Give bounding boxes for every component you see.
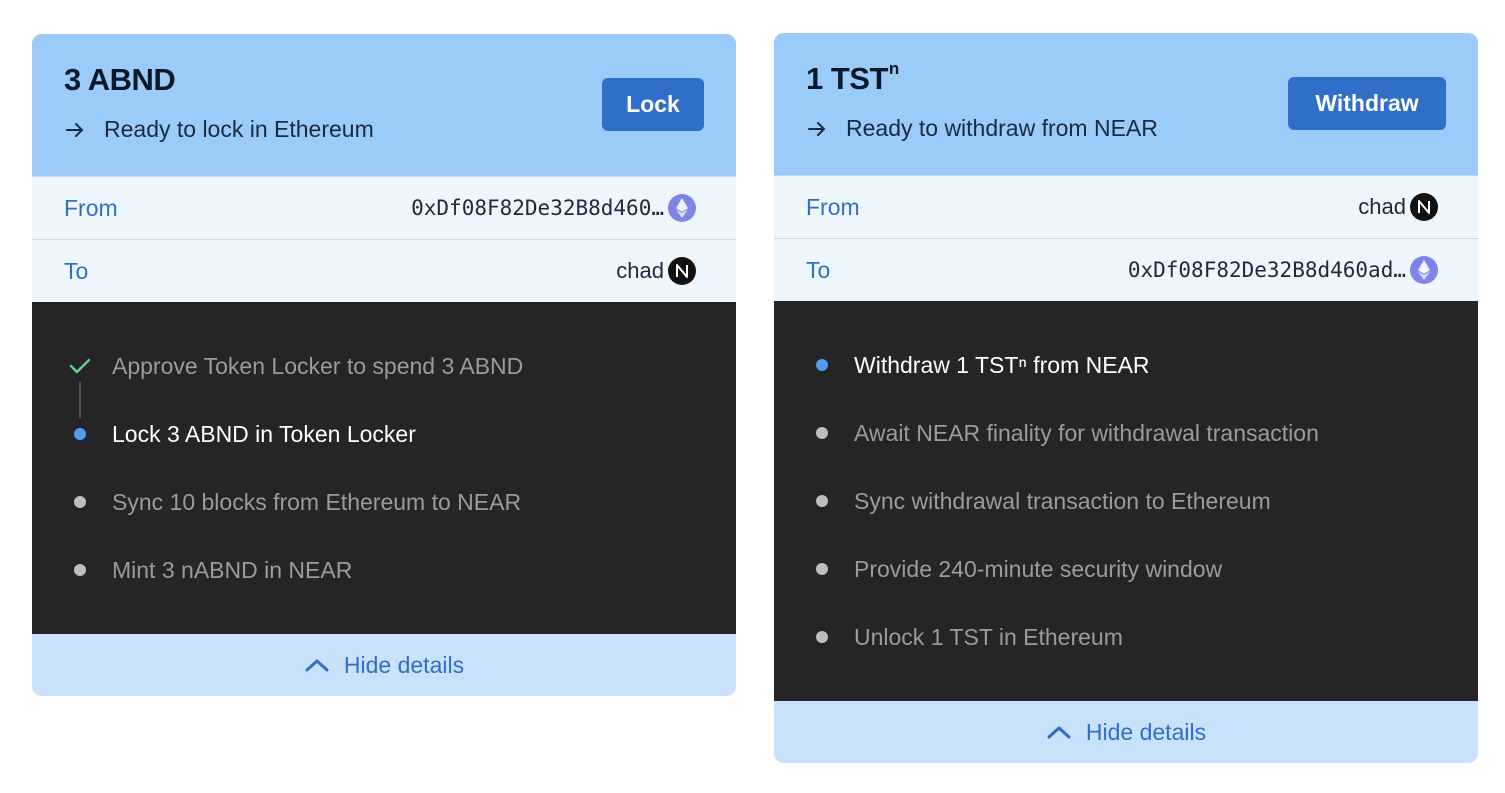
card-status: Ready to withdraw from NEAR: [806, 115, 1158, 142]
from-label: From: [64, 194, 118, 221]
from-address: 0xDf08F82De32B8d460…: [411, 196, 664, 220]
transfer-card-withdraw: 1 TSTn Ready to withdraw from NEAR Withd…: [774, 33, 1478, 763]
card-title: 1 TSTn: [806, 58, 899, 97]
step-item: Mint 3 nABND in NEAR: [32, 550, 736, 590]
pending-dot-icon: [816, 427, 828, 439]
hide-details-label: Hide details: [1085, 718, 1207, 745]
steps-list: Approve Token Locker to spend 3 ABND Loc…: [32, 302, 736, 634]
card-status: Ready to lock in Ethereum: [64, 116, 374, 143]
step-text: Provide 240-minute security window: [854, 555, 1223, 582]
chevron-up-icon: [1047, 726, 1071, 739]
status-text: Ready to lock in Ethereum: [104, 116, 374, 142]
from-label: From: [806, 193, 860, 220]
step-item: Unlock 1 TST in Ethereum: [774, 617, 1478, 657]
pending-dot-icon: [74, 564, 86, 576]
active-dot-icon: [74, 428, 86, 440]
step-item: Approve Token Locker to spend 3 ABND: [32, 346, 736, 386]
to-address: 0xDf08F82De32B8d460ad…: [1127, 258, 1406, 282]
chevron-up-icon: [305, 659, 329, 672]
ethereum-icon: [1410, 256, 1438, 284]
arrow-right-icon: [66, 122, 83, 137]
step-text: Await NEAR finality for withdrawal trans…: [854, 419, 1319, 446]
from-row: From 0xDf08F82De32B8d460…: [32, 176, 736, 239]
active-dot-icon: [816, 359, 828, 371]
to-row: To chad: [32, 239, 736, 302]
status-text: Ready to withdraw from NEAR: [846, 115, 1158, 141]
check-icon: [69, 358, 91, 374]
hide-details-label: Hide details: [343, 651, 465, 678]
hide-details-button[interactable]: Hide details: [774, 701, 1478, 763]
step-item: Sync withdrawal transaction to Ethereum: [774, 481, 1478, 521]
step-item: Provide 240-minute security window: [774, 549, 1478, 589]
step-text: Approve Token Locker to spend 3 ABND: [112, 352, 524, 379]
near-icon: [1410, 193, 1438, 221]
to-row: To 0xDf08F82De32B8d460ad…: [774, 238, 1478, 301]
from-row: From chad: [774, 175, 1478, 238]
near-icon: [668, 257, 696, 285]
pending-dot-icon: [816, 563, 828, 575]
pending-dot-icon: [816, 631, 828, 643]
withdraw-button[interactable]: Withdraw: [1288, 77, 1446, 130]
step-text: Unlock 1 TST in Ethereum: [854, 623, 1123, 650]
ethereum-icon: [668, 194, 696, 222]
step-text: Sync withdrawal transaction to Ethereum: [854, 487, 1271, 514]
step-text: Mint 3 nABND in NEAR: [112, 556, 353, 583]
from-account: chad: [1358, 194, 1406, 219]
pending-dot-icon: [816, 495, 828, 507]
step-text: Withdraw 1 TSTⁿ from NEAR: [854, 351, 1150, 378]
to-account: chad: [616, 258, 664, 283]
lock-button[interactable]: Lock: [602, 78, 704, 131]
to-label: To: [806, 256, 831, 283]
card-title: 3 ABND: [64, 62, 176, 97]
hide-details-button[interactable]: Hide details: [32, 634, 736, 696]
transfer-card-lock: 3 ABND Ready to lock in Ethereum Lock Fr…: [32, 34, 736, 696]
pending-dot-icon: [74, 496, 86, 508]
step-item: Await NEAR finality for withdrawal trans…: [774, 413, 1478, 453]
step-text: Lock 3 ABND in Token Locker: [112, 420, 416, 447]
to-label: To: [64, 257, 89, 284]
card-header: 3 ABND Ready to lock in Ethereum Lock: [32, 34, 736, 176]
step-item: Sync 10 blocks from Ethereum to NEAR: [32, 482, 736, 522]
steps-list: Withdraw 1 TSTⁿ from NEAR Await NEAR fin…: [774, 301, 1478, 701]
step-item: Lock 3 ABND in Token Locker: [32, 414, 736, 454]
card-header: 1 TSTn Ready to withdraw from NEAR Withd…: [774, 33, 1478, 175]
step-text: Sync 10 blocks from Ethereum to NEAR: [112, 488, 522, 515]
step-connector: [79, 382, 81, 418]
arrow-right-icon: [808, 121, 825, 136]
card-title-superscript: n: [888, 58, 899, 78]
card-title-text: 1 TST: [806, 61, 888, 96]
step-item: Withdraw 1 TSTⁿ from NEAR: [774, 345, 1478, 385]
